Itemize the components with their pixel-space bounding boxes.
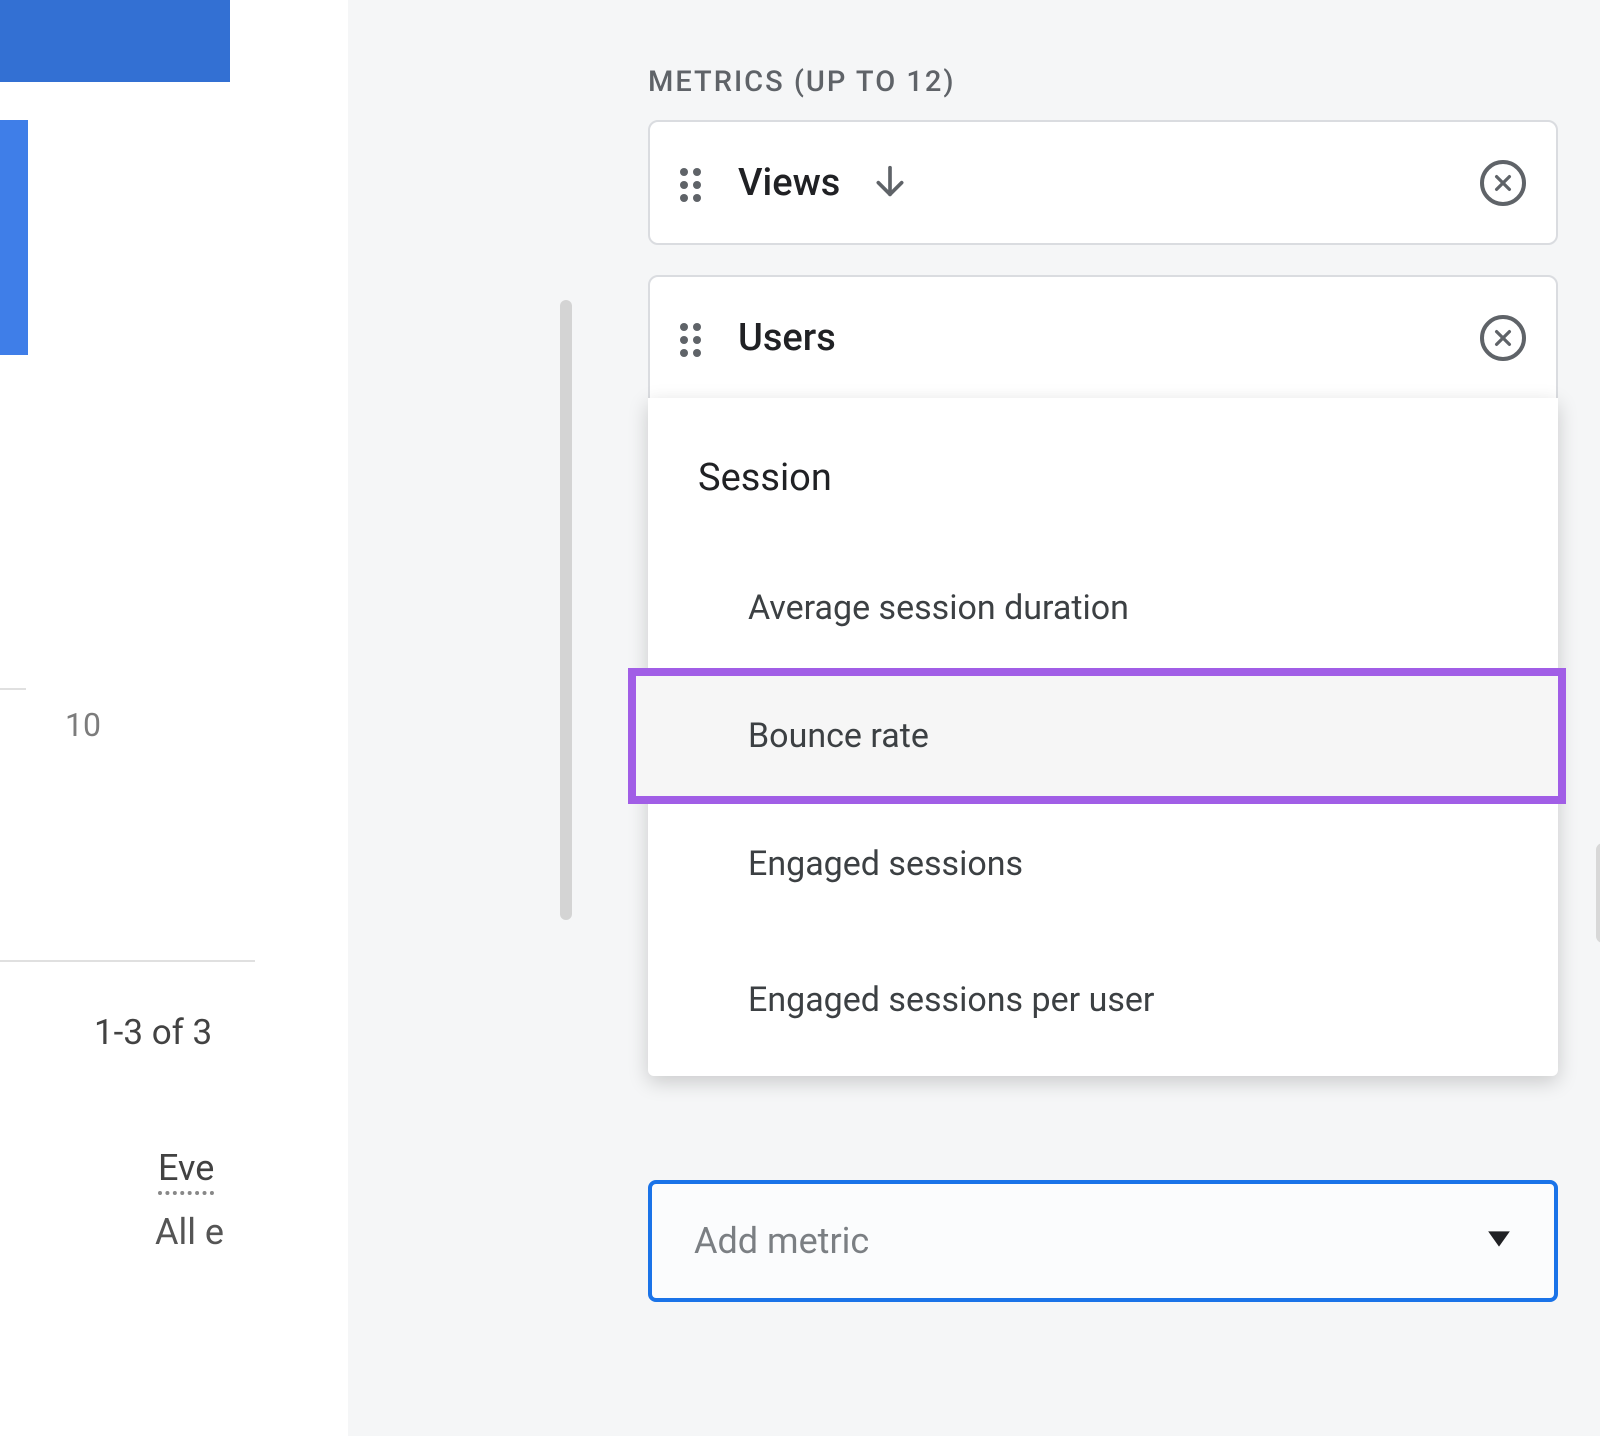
remove-metric-button[interactable] — [1480, 160, 1526, 206]
drag-handle-icon[interactable] — [680, 168, 710, 198]
axis-gridline — [0, 688, 26, 690]
chart-bar-dark — [0, 0, 230, 82]
pagination-label: 1-3 of 3 — [94, 1012, 212, 1053]
dropdown-scrollbar-thumb[interactable] — [1596, 843, 1600, 943]
drag-handle-icon[interactable] — [680, 323, 710, 353]
metric-label: Users — [738, 316, 836, 360]
dropdown-item-engaged-sessions[interactable]: Engaged sessions — [648, 796, 1558, 932]
metric-label: Views — [738, 161, 840, 205]
add-metric-placeholder: Add metric — [694, 1220, 1486, 1262]
caret-down-icon — [1486, 1229, 1512, 1253]
metric-chip-views[interactable]: Views — [648, 120, 1558, 245]
chart-bar-light — [0, 120, 28, 355]
event-header-fragment: Eve — [158, 1147, 214, 1195]
metric-chip-users[interactable]: Users — [648, 275, 1558, 400]
axis-baseline — [0, 960, 255, 962]
dropdown-item-average-session-duration[interactable]: Average session duration — [648, 540, 1558, 676]
root: 10 1-3 of 3 Eve All e METRICS (UP TO 12)… — [0, 0, 1600, 1436]
dropdown-group-label: Session — [648, 398, 1558, 540]
all-events-fragment: All e — [155, 1211, 224, 1253]
chart-area: 10 1-3 of 3 Eve All e — [0, 0, 348, 1436]
metrics-section-header: METRICS (UP TO 12) — [648, 65, 956, 99]
add-metric-select[interactable]: Add metric — [648, 1180, 1558, 1302]
metric-dropdown: Session Average session duration Bounce … — [648, 398, 1558, 1076]
sort-descending-icon[interactable] — [870, 161, 910, 205]
axis-tick-label: 10 — [65, 706, 101, 744]
scrollbar-thumb[interactable] — [560, 300, 572, 920]
dropdown-item-engaged-sessions-per-user[interactable]: Engaged sessions per user — [648, 932, 1558, 1076]
remove-metric-button[interactable] — [1480, 315, 1526, 361]
dropdown-item-bounce-rate[interactable]: Bounce rate — [628, 668, 1566, 804]
